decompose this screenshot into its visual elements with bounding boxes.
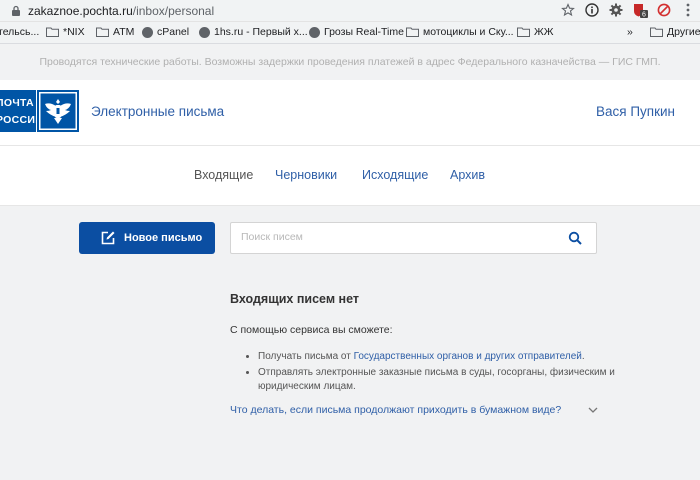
bookmark-folder[interactable]: мотоциклы и Ску... — [406, 26, 514, 38]
new-letter-label: Новое письмо — [124, 232, 203, 244]
empty-inbox-title: Входящих писем нет — [230, 292, 360, 306]
bookmarks-bar: тельсь... *NIX ATM cPanel 1hs.ru - Первы… — [0, 22, 700, 44]
url-path: /inbox/personal — [132, 4, 215, 18]
svg-text:6: 6 — [642, 12, 646, 19]
bookmark-label: 1hs.ru - Первый х... — [214, 26, 308, 38]
list-item: Получать письма от Государственных орган… — [258, 350, 618, 364]
bookmark-label: Грозы Real-Time — [324, 26, 404, 38]
bookmark-folder[interactable]: *NIX — [46, 26, 85, 38]
bookmark-label: мотоциклы и Ску... — [423, 26, 514, 38]
tab-drafts[interactable]: Черновики — [275, 168, 337, 182]
folder-icon — [650, 27, 663, 37]
chevron-down-icon[interactable] — [588, 406, 598, 414]
bookmark-label: ATM — [113, 26, 135, 38]
bookmark-folder[interactable]: ATM — [96, 26, 134, 38]
edit-icon — [101, 231, 115, 245]
empty-inbox-intro: С помощью сервиса вы сможете: — [230, 324, 393, 336]
tab-inbox[interactable]: Входящие — [194, 168, 253, 182]
mail-tabs: Входящие Черновики Исходящие Архив — [0, 146, 700, 206]
search-icon[interactable] — [568, 231, 582, 245]
logo[interactable]: ПОЧТА РОССИИ — [0, 90, 44, 132]
shield-extension-icon[interactable]: 6 — [632, 2, 648, 18]
bookmark-label: cPanel — [157, 26, 190, 38]
globe-icon — [199, 26, 210, 38]
tab-archive[interactable]: Архив — [450, 168, 485, 182]
feature1-prefix: Получать письма от — [258, 351, 354, 362]
search-box — [230, 222, 597, 254]
folder-icon — [46, 27, 59, 37]
folder-icon — [406, 27, 419, 37]
bookmark-item[interactable]: тельсь... — [0, 26, 39, 38]
bookmark-label: тельсь... — [0, 26, 40, 38]
folder-icon — [517, 27, 530, 37]
user-name-link[interactable]: Вася Пупкин — [596, 104, 675, 119]
faq-paper-letters-link[interactable]: Что делать, если письма продолжают прихо… — [230, 404, 561, 416]
bookmark-label: Другие — [667, 26, 700, 38]
bookmark-link[interactable]: Грозы Real-Time — [309, 26, 404, 38]
star-icon[interactable] — [560, 2, 576, 18]
new-letter-button[interactable]: Новое письмо — [79, 222, 215, 254]
other-bookmarks[interactable]: Другие — [650, 26, 700, 38]
folder-icon — [96, 27, 109, 37]
site-header: ПОЧТА РОССИИ Электронные письма Вася Пуп… — [0, 80, 700, 146]
service-title[interactable]: Электронные письма — [91, 104, 224, 119]
bookmark-label: *NIX — [63, 26, 85, 38]
maintenance-notice: Проводятся технические работы. Возможны … — [0, 44, 700, 80]
bookmark-label: ЖЖ — [534, 26, 554, 38]
list-item: Отправлять электронные заказные письма в… — [258, 366, 618, 394]
feature1-suffix: . — [581, 351, 585, 362]
eagle-emblem-icon — [37, 90, 79, 132]
search-input[interactable] — [239, 230, 543, 244]
logo-line1: ПОЧТА — [0, 97, 34, 109]
url-domain: zakaznoe.pochta.ru — [28, 4, 133, 18]
senders-link[interactable]: Государственных органов и других отправи… — [354, 351, 582, 362]
menu-icon[interactable] — [680, 2, 696, 18]
tab-outgoing[interactable]: Исходящие — [362, 168, 428, 182]
logo-line2: РОССИИ — [0, 114, 44, 126]
gear-extension-icon[interactable] — [608, 2, 624, 18]
browser-address-bar[interactable]: zakaznoe.pochta.ru/inbox/personal 6 — [0, 0, 700, 22]
bookmark-link[interactable]: 1hs.ru - Первый х... — [199, 26, 308, 38]
block-extension-icon[interactable] — [656, 2, 672, 18]
url-text[interactable]: zakaznoe.pochta.ru/inbox/personal — [28, 4, 214, 18]
globe-icon — [142, 26, 153, 38]
bookmarks-overflow-button[interactable]: » — [627, 26, 633, 38]
info-extension-icon[interactable] — [584, 2, 600, 18]
globe-icon — [309, 26, 320, 38]
bookmark-folder[interactable]: ЖЖ — [517, 26, 553, 38]
lock-icon — [12, 5, 20, 16]
feature-list: Получать письма от Государственных орган… — [230, 350, 618, 396]
bookmark-link[interactable]: cPanel — [142, 26, 189, 38]
